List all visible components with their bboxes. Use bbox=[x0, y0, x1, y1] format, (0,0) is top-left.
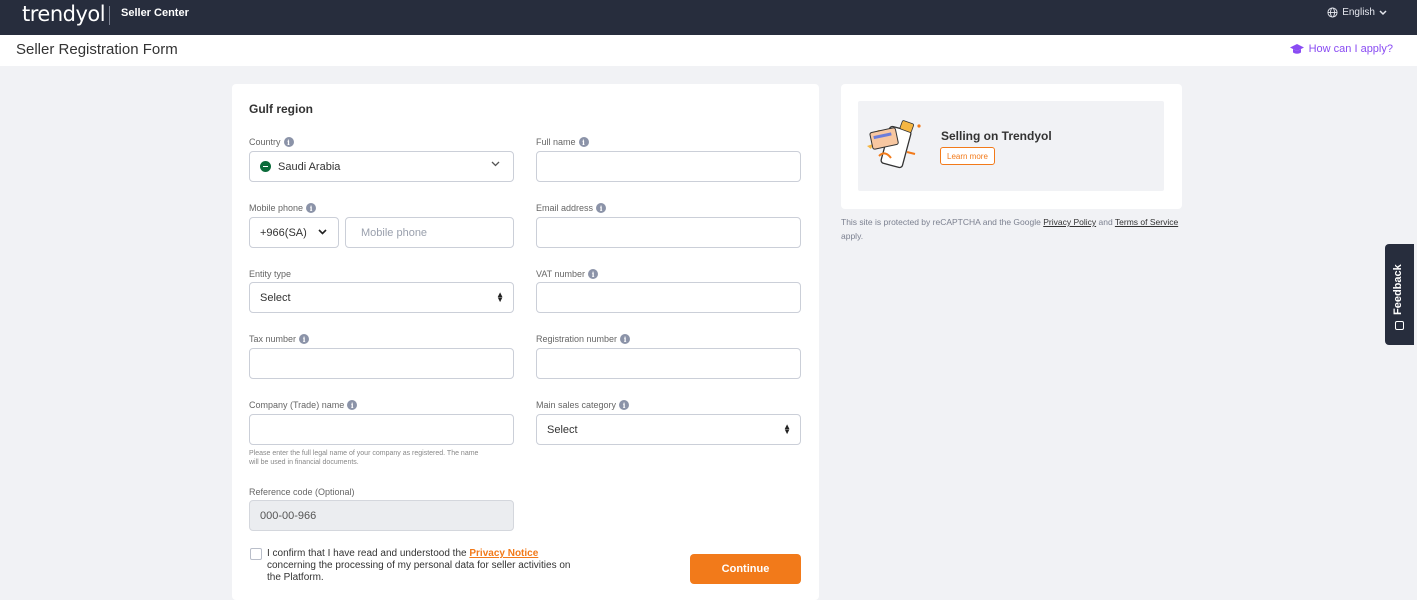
company-name-hint-line1: Please enter the full legal name of your… bbox=[249, 450, 479, 457]
top-navigation-bar: trendyol Seller Center English bbox=[0, 0, 1417, 35]
full-name-label-text: Full name bbox=[536, 137, 576, 147]
privacy-notice-link[interactable]: Privacy Notice bbox=[469, 548, 538, 559]
email-label: Email address i bbox=[536, 203, 607, 213]
registration-number-label-text: Registration number bbox=[536, 334, 618, 344]
country-label-text: Country bbox=[249, 137, 281, 147]
reference-code-input: 000-00-966 bbox=[249, 500, 514, 531]
reference-code-label: Reference code (Optional) bbox=[249, 487, 355, 497]
feedback-tab[interactable]: Feedback bbox=[1385, 244, 1414, 345]
email-input[interactable] bbox=[536, 217, 801, 248]
sort-arrows-icon: ▲ ▼ bbox=[496, 290, 504, 304]
country-code-select[interactable]: +966(SA) bbox=[249, 217, 339, 248]
vat-number-label-text: VAT number bbox=[536, 269, 586, 279]
company-name-hint: Please enter the full legal name of your… bbox=[249, 449, 478, 467]
side-promo-card: Selling on Trendyol Learn more bbox=[841, 84, 1182, 209]
reference-code-value: 000-00-966 bbox=[260, 509, 317, 522]
tax-number-label: Tax number i bbox=[249, 334, 310, 344]
globe-icon bbox=[1327, 7, 1338, 18]
main-sales-category-label: Main sales category i bbox=[536, 400, 630, 410]
entity-type-label: Entity type bbox=[249, 269, 291, 279]
info-icon[interactable]: i bbox=[306, 203, 317, 213]
company-name-label: Company (Trade) name i bbox=[249, 400, 358, 410]
registration-number-label: Registration number i bbox=[536, 334, 631, 344]
country-code-value: +966(SA) bbox=[260, 226, 307, 239]
saudi-flag-icon bbox=[260, 161, 271, 172]
main-sales-category-label-text: Main sales category bbox=[536, 400, 617, 410]
info-icon[interactable]: i bbox=[283, 137, 294, 147]
info-icon[interactable]: i bbox=[578, 137, 589, 147]
mobile-phone-placeholder: Mobile phone bbox=[361, 226, 428, 239]
terms-of-service-link[interactable]: Terms of Service bbox=[1115, 217, 1178, 227]
how-can-i-apply-link[interactable]: How can I apply? bbox=[1289, 43, 1393, 55]
recaptcha-prefix: This site is protected by reCAPTCHA and … bbox=[841, 217, 1044, 227]
recaptcha-suffix: apply. bbox=[841, 231, 864, 241]
vat-number-input[interactable] bbox=[536, 282, 801, 313]
language-selector[interactable]: English bbox=[1327, 7, 1387, 18]
consent-text: I confirm that I have read and understoo… bbox=[267, 548, 577, 584]
privacy-policy-link[interactable]: Privacy Policy bbox=[1043, 217, 1096, 227]
info-icon[interactable]: i bbox=[596, 203, 607, 213]
registration-form-card: Gulf region Country i Saudi Arabia Full … bbox=[232, 84, 819, 600]
country-label: Country i bbox=[249, 137, 294, 147]
page-title-bar: Seller Registration Form How can I apply… bbox=[0, 35, 1417, 66]
graduation-cap-icon bbox=[1289, 43, 1304, 54]
chevron-down-icon bbox=[1379, 9, 1387, 15]
email-label-text: Email address bbox=[536, 203, 594, 213]
mobile-phone-input[interactable]: Mobile phone bbox=[345, 217, 514, 248]
chevron-down-icon bbox=[318, 229, 327, 235]
company-name-label-text: Company (Trade) name bbox=[249, 400, 345, 410]
country-value: Saudi Arabia bbox=[278, 160, 341, 173]
recaptcha-notice: This site is protected by reCAPTCHA and … bbox=[841, 215, 1186, 243]
logo-divider bbox=[109, 6, 110, 25]
consent-checkbox[interactable] bbox=[250, 548, 262, 560]
language-label: English bbox=[1342, 7, 1375, 18]
entity-type-value: Select bbox=[260, 291, 291, 304]
registration-number-input[interactable] bbox=[536, 348, 801, 379]
country-select[interactable]: Saudi Arabia bbox=[249, 151, 514, 182]
consent-prefix: I confirm that I have read and understoo… bbox=[267, 548, 470, 559]
entity-type-select[interactable]: Select ▲ ▼ bbox=[249, 282, 514, 313]
main-sales-category-select[interactable]: Select ▲ ▼ bbox=[536, 414, 801, 445]
chevron-down-icon bbox=[491, 161, 500, 167]
mobile-phone-label: Mobile phone i bbox=[249, 203, 317, 213]
recaptcha-and: and bbox=[1096, 217, 1115, 227]
entity-type-label-text: Entity type bbox=[249, 269, 292, 279]
tax-number-label-text: Tax number bbox=[249, 334, 297, 344]
phone-cards-illustration-icon bbox=[867, 120, 921, 169]
trendyol-logo[interactable]: trendyol bbox=[22, 2, 106, 26]
company-name-input[interactable] bbox=[249, 414, 514, 445]
info-icon[interactable]: i bbox=[299, 334, 310, 344]
vat-number-label: VAT number i bbox=[536, 269, 599, 279]
consent-suffix: concerning the processing of my personal… bbox=[267, 560, 571, 583]
info-icon[interactable]: i bbox=[347, 400, 358, 410]
sort-arrows-icon: ▲ ▼ bbox=[783, 422, 791, 436]
selling-on-trendyol-banner: Selling on Trendyol Learn more bbox=[858, 101, 1164, 191]
info-icon[interactable]: i bbox=[588, 269, 599, 279]
feedback-label: Feedback bbox=[1392, 264, 1404, 315]
full-name-input[interactable] bbox=[536, 151, 801, 182]
feedback-icon bbox=[1395, 321, 1404, 330]
continue-button[interactable]: Continue bbox=[690, 554, 801, 584]
tax-number-input[interactable] bbox=[249, 348, 514, 379]
how-can-i-apply-label: How can I apply? bbox=[1308, 43, 1393, 55]
full-name-label: Full name i bbox=[536, 137, 589, 147]
promo-title: Selling on Trendyol bbox=[941, 129, 1052, 143]
mobile-phone-label-text: Mobile phone bbox=[249, 203, 304, 213]
main-sales-category-value: Select bbox=[547, 423, 578, 436]
reference-code-label-text: Reference code (Optional) bbox=[249, 487, 355, 497]
company-name-hint-line2: will be used in financial documents. bbox=[249, 459, 359, 466]
region-title: Gulf region bbox=[249, 102, 313, 116]
page-title: Seller Registration Form bbox=[16, 41, 178, 58]
info-icon[interactable]: i bbox=[620, 334, 631, 344]
seller-center-label: Seller Center bbox=[121, 7, 189, 19]
learn-more-button[interactable]: Learn more bbox=[940, 147, 995, 165]
info-icon[interactable]: i bbox=[619, 400, 630, 410]
